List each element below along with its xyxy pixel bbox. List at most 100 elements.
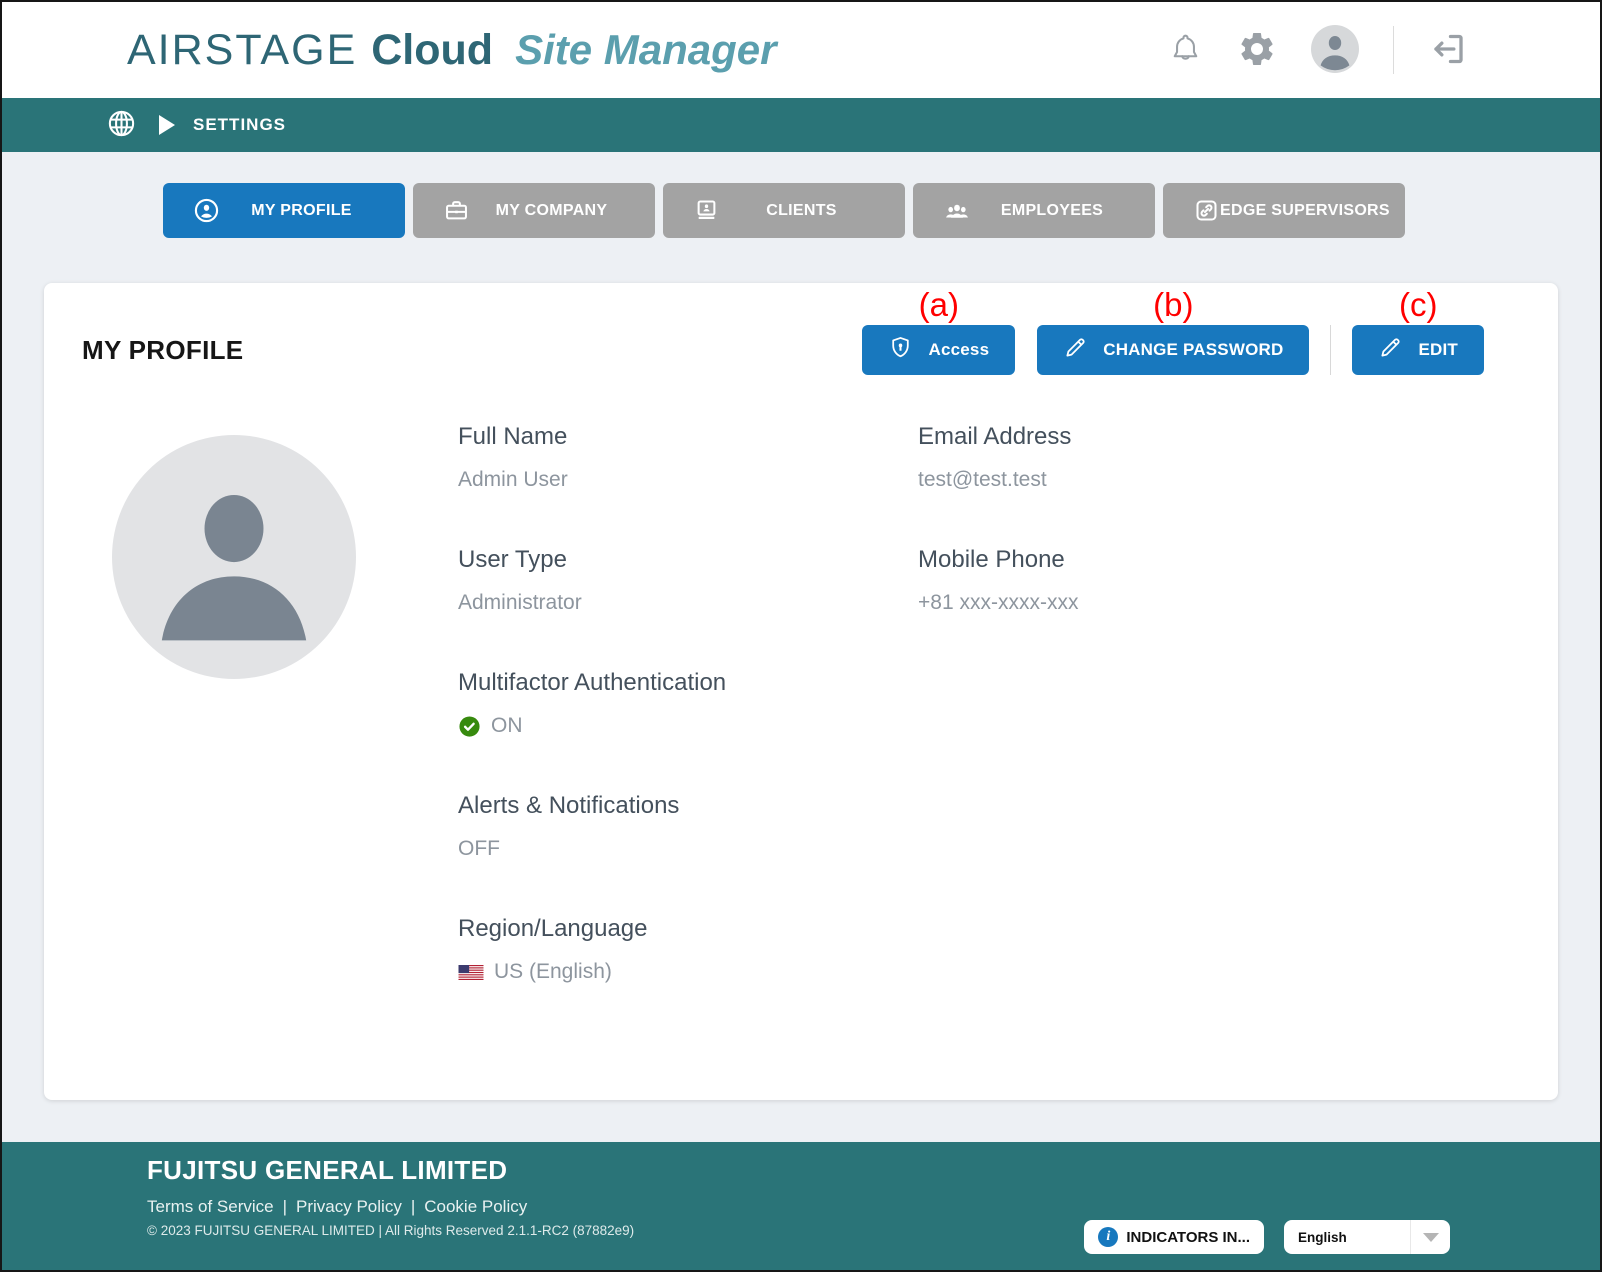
- field-columns: Full Name Admin User User Type Administr…: [458, 423, 1378, 1038]
- full-name-field: Full Name Admin User: [458, 423, 918, 492]
- globe-icon: [106, 108, 137, 142]
- header-icon-group: [1168, 25, 1468, 76]
- avatar-icon: [1311, 25, 1359, 76]
- email-label: Email Address: [918, 423, 1378, 451]
- user-type-value: Administrator: [458, 591, 918, 615]
- logo-brand-text: AIRSTAGE: [127, 26, 357, 75]
- mfa-value: ON: [458, 714, 918, 738]
- cookie-policy-link[interactable]: Cookie Policy: [424, 1197, 527, 1217]
- mobile-phone-field: Mobile Phone +81 xxx-xxxx-xxx: [918, 546, 1378, 615]
- tab-edge-supervisors[interactable]: EDGE SUPERVISORS: [1163, 183, 1405, 238]
- user-type-label: User Type: [458, 546, 918, 574]
- tab-label: CLIENTS: [720, 202, 899, 220]
- profile-actions: (a) Access: [862, 285, 1484, 375]
- indicators-button-label: INDICATORS IN...: [1126, 1229, 1250, 1246]
- mfa-status-text: ON: [491, 714, 523, 738]
- gear-icon: [1237, 29, 1277, 72]
- full-name-label: Full Name: [458, 423, 918, 451]
- tab-my-company[interactable]: MY COMPANY: [413, 183, 655, 238]
- language-select[interactable]: English: [1284, 1220, 1450, 1254]
- privacy-policy-link[interactable]: Privacy Policy: [296, 1197, 402, 1217]
- link-square-icon: [1193, 197, 1220, 224]
- logout-button[interactable]: [1428, 29, 1468, 72]
- user-avatar-button[interactable]: [1311, 25, 1359, 76]
- change-password-action-group: (b) CHANGE PASSWORD: [1037, 285, 1309, 375]
- footer-right-controls: i INDICATORS IN... English: [1084, 1220, 1450, 1254]
- alerts-label: Alerts & Notifications: [458, 792, 918, 820]
- edit-button-label: EDIT: [1418, 340, 1458, 360]
- mobile-phone-label: Mobile Phone: [918, 546, 1378, 574]
- region-field: Region/Language: [458, 915, 918, 984]
- tab-label: MY PROFILE: [220, 202, 399, 220]
- section-tabs: MY PROFILE MY COMPANY: [163, 183, 1600, 238]
- card-body: Full Name Admin User User Type Administr…: [44, 375, 1558, 1038]
- region-label: Region/Language: [458, 915, 918, 943]
- language-selected-value: English: [1284, 1230, 1410, 1245]
- mobile-phone-value: +81 xxx-xxxx-xxx: [918, 591, 1378, 615]
- pencil-icon: [1063, 335, 1088, 365]
- change-password-button-label: CHANGE PASSWORD: [1103, 340, 1283, 360]
- user-type-field: User Type Administrator: [458, 546, 918, 615]
- profile-person-circle-icon: [193, 197, 220, 224]
- breadcrumb-bar: SETTINGS: [2, 98, 1600, 152]
- edit-button[interactable]: EDIT: [1352, 325, 1484, 375]
- app-header: AIRSTAGE Cloud Site Manager: [2, 2, 1600, 98]
- change-password-button[interactable]: CHANGE PASSWORD: [1037, 325, 1309, 375]
- us-flag-icon: [458, 965, 484, 980]
- tab-my-profile[interactable]: MY PROFILE: [163, 183, 405, 238]
- info-icon: i: [1098, 1227, 1118, 1247]
- email-field: Email Address test@test.test: [918, 423, 1378, 492]
- main-area: MY PROFILE MY COMPANY: [2, 152, 1600, 1142]
- language-select-toggle[interactable]: [1410, 1220, 1450, 1254]
- app-logo: AIRSTAGE Cloud Site Manager: [127, 26, 776, 75]
- profile-avatar: [112, 435, 356, 679]
- link-separator: |: [411, 1197, 415, 1217]
- footer-links: Terms of Service | Privacy Policy | Cook…: [147, 1197, 1600, 1217]
- tab-label: MY COMPANY: [470, 202, 649, 220]
- my-profile-card: MY PROFILE (a) Acces: [44, 283, 1558, 1100]
- region-text: US (English): [494, 960, 612, 984]
- settings-button[interactable]: [1237, 29, 1277, 72]
- annotation-c: (c): [1399, 285, 1437, 325]
- globe-home-button[interactable]: [106, 108, 137, 142]
- check-circle-icon: [458, 715, 481, 738]
- actions-divider: [1330, 325, 1331, 375]
- card-header: MY PROFILE (a) Acces: [44, 283, 1558, 375]
- tab-employees[interactable]: EMPLOYEES: [913, 183, 1155, 238]
- tab-clients[interactable]: CLIENTS: [663, 183, 905, 238]
- access-button-label: Access: [928, 340, 989, 360]
- link-separator: |: [283, 1197, 287, 1217]
- id-badge-icon: [693, 197, 720, 224]
- footer-company-name: FUJITSU GENERAL LIMITED: [147, 1155, 1600, 1186]
- region-value: US (English): [458, 960, 918, 984]
- breadcrumb-settings-label: SETTINGS: [193, 115, 286, 135]
- logout-icon: [1428, 29, 1468, 72]
- access-button[interactable]: Access: [862, 325, 1015, 375]
- logo-cloud-text: Cloud: [371, 26, 493, 75]
- annotation-b: (b): [1153, 285, 1193, 325]
- right-field-column: Email Address test@test.test Mobile Phon…: [918, 423, 1378, 1038]
- edit-action-group: (c) EDIT: [1352, 285, 1484, 375]
- access-action-group: (a) Access: [862, 285, 1015, 375]
- mfa-label: Multifactor Authentication: [458, 669, 918, 697]
- terms-of-service-link[interactable]: Terms of Service: [147, 1197, 274, 1217]
- people-group-icon: [943, 197, 971, 225]
- chevron-down-icon: [1423, 1233, 1439, 1242]
- app-window: AIRSTAGE Cloud Site Manager: [0, 0, 1602, 1272]
- bell-icon: [1168, 31, 1203, 69]
- tab-label: EDGE SUPERVISORS: [1220, 202, 1400, 220]
- pencil-icon: [1378, 335, 1403, 365]
- notifications-button[interactable]: [1168, 31, 1203, 69]
- tab-label: EMPLOYEES: [971, 202, 1149, 220]
- alerts-value: OFF: [458, 837, 918, 861]
- email-value: test@test.test: [918, 468, 1378, 492]
- app-footer: FUJITSU GENERAL LIMITED Terms of Service…: [2, 1142, 1600, 1270]
- indicators-info-button[interactable]: i INDICATORS IN...: [1084, 1220, 1264, 1254]
- mfa-field: Multifactor Authentication ON: [458, 669, 918, 738]
- annotation-a: (a): [919, 285, 959, 325]
- header-divider: [1393, 26, 1394, 74]
- briefcase-icon: [443, 197, 470, 224]
- logo-product-text: Site Manager: [515, 26, 776, 74]
- page-title: MY PROFILE: [82, 335, 243, 375]
- left-field-column: Full Name Admin User User Type Administr…: [458, 423, 918, 1038]
